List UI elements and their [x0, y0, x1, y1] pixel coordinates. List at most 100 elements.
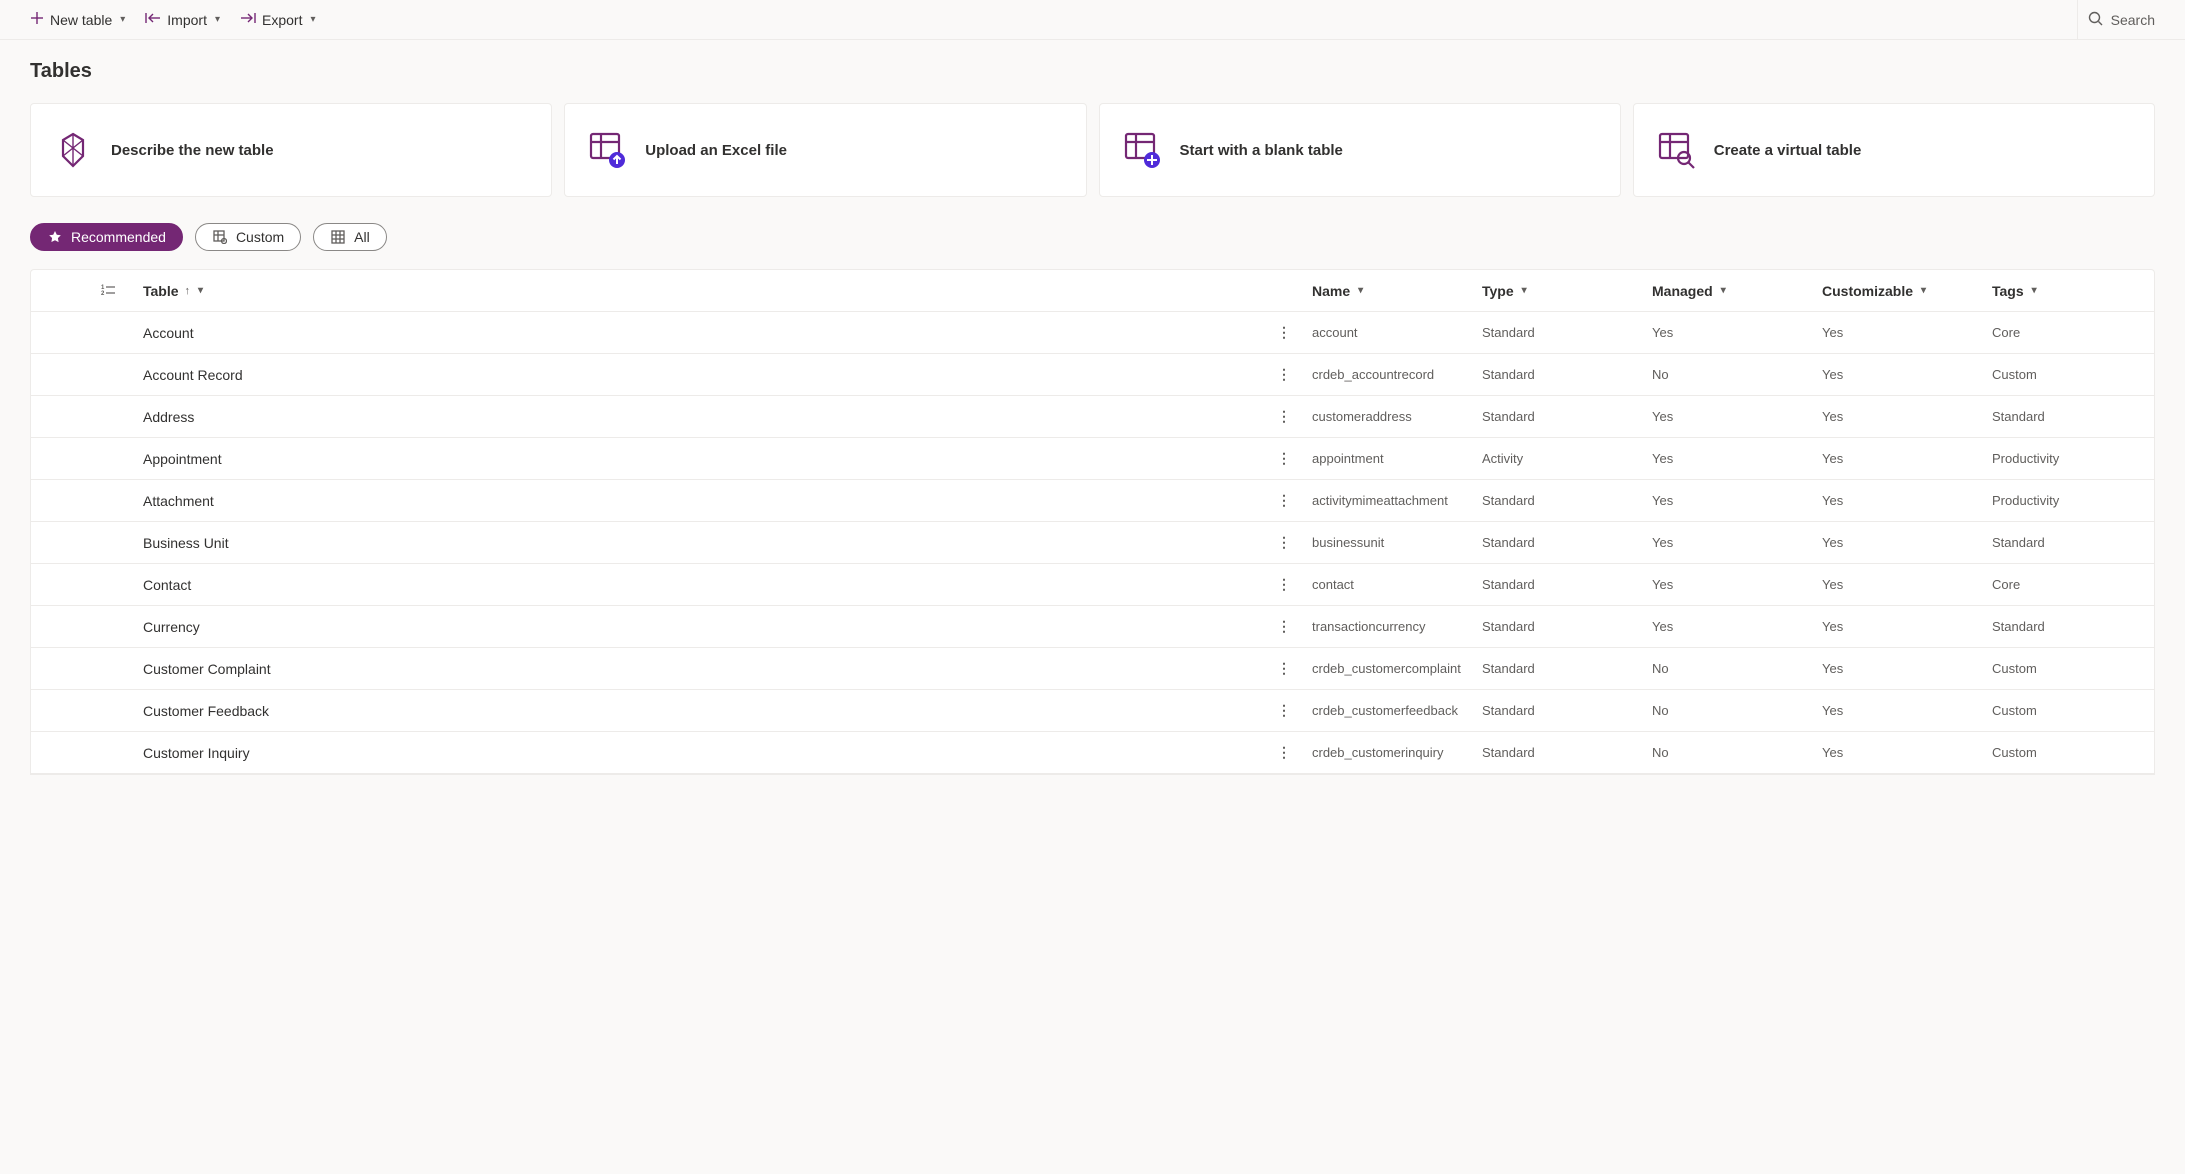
card-upload-excel[interactable]: Upload an Excel file	[564, 103, 1086, 197]
row-menu-button[interactable]: ⋮	[1264, 650, 1304, 687]
cell-tags: Custom	[1984, 735, 2154, 770]
row-menu-button[interactable]: ⋮	[1264, 734, 1304, 771]
svg-text:2: 2	[101, 291, 105, 297]
card-describe-table[interactable]: Describe the new table	[30, 103, 552, 197]
cell-table[interactable]: Currency	[135, 609, 1264, 645]
cell-table[interactable]: Attachment	[135, 483, 1264, 519]
cell-managed: No	[1644, 693, 1814, 728]
table-row[interactable]: Currency⋮transactioncurrencyStandardYesY…	[31, 606, 2154, 648]
filter-recommended[interactable]: Recommended	[30, 223, 183, 251]
cell-type: Standard	[1474, 567, 1644, 602]
export-label: Export	[262, 12, 302, 28]
cell-managed: Yes	[1644, 441, 1814, 476]
col-header-customizable[interactable]: Customizable▾	[1814, 273, 1984, 309]
col-header-managed[interactable]: Managed▾	[1644, 273, 1814, 309]
card-virtual-table[interactable]: Create a virtual table	[1633, 103, 2155, 197]
row-menu-button[interactable]: ⋮	[1264, 608, 1304, 645]
cell-name: crdeb_customerinquiry	[1304, 735, 1474, 770]
cell-name: transactioncurrency	[1304, 609, 1474, 644]
cell-table[interactable]: Customer Feedback	[135, 693, 1264, 729]
card-blank-table[interactable]: Start with a blank table	[1099, 103, 1621, 197]
cell-table[interactable]: Customer Inquiry	[135, 735, 1264, 771]
import-label: Import	[167, 12, 207, 28]
cell-type: Standard	[1474, 315, 1644, 350]
blank-table-icon	[1122, 130, 1162, 170]
col-header-table[interactable]: Table ↑ ▾	[135, 273, 1264, 309]
cell-tags: Standard	[1984, 609, 2154, 644]
cell-tags: Custom	[1984, 357, 2154, 392]
row-menu-button[interactable]: ⋮	[1264, 566, 1304, 603]
cell-tags: Core	[1984, 315, 2154, 350]
row-menu-button[interactable]: ⋮	[1264, 524, 1304, 561]
cell-table[interactable]: Account	[135, 315, 1264, 351]
cell-customizable: Yes	[1814, 399, 1984, 434]
cell-customizable: Yes	[1814, 441, 1984, 476]
table-row[interactable]: Appointment⋮appointmentActivityYesYesPro…	[31, 438, 2154, 480]
new-table-label: New table	[50, 12, 112, 28]
table-icon	[330, 229, 346, 245]
cell-customizable: Yes	[1814, 315, 1984, 350]
row-number-header[interactable]: 12	[91, 272, 135, 310]
cell-name: account	[1304, 315, 1474, 350]
cell-table[interactable]: Account Record	[135, 357, 1264, 393]
cell-type: Standard	[1474, 357, 1644, 392]
chevron-down-icon: ▾	[310, 14, 315, 25]
table-row[interactable]: Attachment⋮activitymimeattachmentStandar…	[31, 480, 2154, 522]
card-label: Create a virtual table	[1714, 142, 1862, 159]
sort-asc-icon: ↑	[185, 285, 191, 297]
cell-customizable: Yes	[1814, 525, 1984, 560]
cell-type: Standard	[1474, 399, 1644, 434]
col-header-tags[interactable]: Tags▾	[1984, 273, 2154, 309]
table-row[interactable]: Address⋮customeraddressStandardYesYesSta…	[31, 396, 2154, 438]
cell-name: crdeb_customerfeedback	[1304, 693, 1474, 728]
filter-all[interactable]: All	[313, 223, 387, 251]
cell-type: Standard	[1474, 483, 1644, 518]
row-menu-button[interactable]: ⋮	[1264, 440, 1304, 477]
table-row[interactable]: Account Record⋮crdeb_accountrecordStanda…	[31, 354, 2154, 396]
cell-table[interactable]: Business Unit	[135, 525, 1264, 561]
chevron-down-icon: ▾	[198, 285, 203, 296]
cell-table[interactable]: Contact	[135, 567, 1264, 603]
cards-row: Describe the new table Upload an Excel f…	[30, 103, 2155, 197]
col-header-type[interactable]: Type▾	[1474, 273, 1644, 309]
row-menu-button[interactable]: ⋮	[1264, 482, 1304, 519]
table-row[interactable]: Customer Inquiry⋮crdeb_customerinquirySt…	[31, 732, 2154, 774]
card-label: Start with a blank table	[1180, 142, 1343, 159]
table-row[interactable]: Customer Complaint⋮crdeb_customercomplai…	[31, 648, 2154, 690]
new-table-button[interactable]: New table ▾	[20, 0, 135, 39]
tables-grid: 12 Table ↑ ▾ Name▾ Type▾ Managed▾ Custom…	[30, 269, 2155, 775]
cell-tags: Productivity	[1984, 441, 2154, 476]
filter-custom[interactable]: Custom	[195, 223, 301, 251]
col-header-name[interactable]: Name▾	[1304, 273, 1474, 309]
page-title: Tables	[30, 60, 2155, 83]
table-row[interactable]: Customer Feedback⋮crdeb_customerfeedback…	[31, 690, 2154, 732]
cell-managed: No	[1644, 651, 1814, 686]
grid-header: 12 Table ↑ ▾ Name▾ Type▾ Managed▾ Custom…	[31, 270, 2154, 312]
star-icon	[47, 229, 63, 245]
table-row[interactable]: Business Unit⋮businessunitStandardYesYes…	[31, 522, 2154, 564]
row-menu-button[interactable]: ⋮	[1264, 692, 1304, 729]
row-menu-button[interactable]: ⋮	[1264, 356, 1304, 393]
cell-type: Standard	[1474, 651, 1644, 686]
export-button[interactable]: Export ▾	[230, 0, 326, 39]
card-label: Upload an Excel file	[645, 142, 787, 159]
cell-table[interactable]: Customer Complaint	[135, 651, 1264, 687]
cell-managed: Yes	[1644, 525, 1814, 560]
cell-managed: Yes	[1644, 567, 1814, 602]
cell-type: Standard	[1474, 609, 1644, 644]
import-button[interactable]: Import ▾	[135, 0, 230, 39]
cell-name: crdeb_accountrecord	[1304, 357, 1474, 392]
export-icon	[240, 11, 256, 28]
table-row[interactable]: Account⋮accountStandardYesYesCore	[31, 312, 2154, 354]
cell-name: customeraddress	[1304, 399, 1474, 434]
chevron-down-icon: ▾	[1522, 285, 1527, 296]
table-ext-icon	[212, 229, 228, 245]
cell-table[interactable]: Address	[135, 399, 1264, 435]
cell-table[interactable]: Appointment	[135, 441, 1264, 477]
search-button[interactable]: Search	[2077, 0, 2165, 39]
plus-icon	[30, 11, 44, 28]
row-menu-button[interactable]: ⋮	[1264, 314, 1304, 351]
row-menu-button[interactable]: ⋮	[1264, 398, 1304, 435]
table-row[interactable]: Contact⋮contactStandardYesYesCore	[31, 564, 2154, 606]
cell-customizable: Yes	[1814, 735, 1984, 770]
